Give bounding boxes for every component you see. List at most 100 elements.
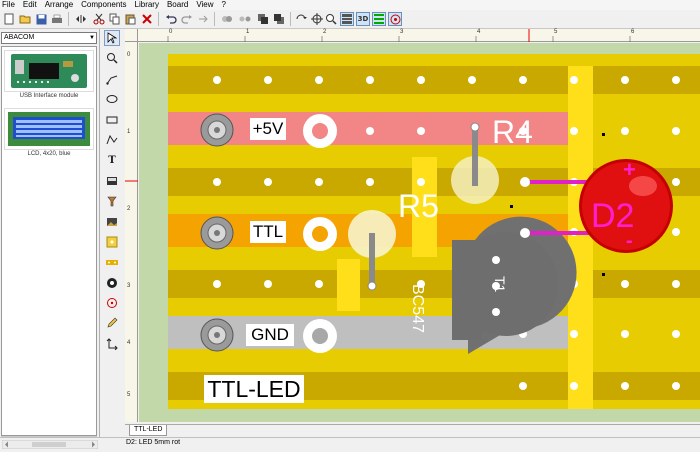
print-icon[interactable]: [50, 12, 64, 26]
rectangle-tool-icon[interactable]: [104, 112, 120, 128]
new-file-icon[interactable]: [2, 12, 16, 26]
save-icon[interactable]: [34, 12, 48, 26]
library-scroll-track[interactable]: [1, 439, 99, 450]
measure-icon[interactable]: [104, 295, 120, 311]
undo-icon[interactable]: [164, 12, 178, 26]
ungroup-icon[interactable]: [238, 12, 252, 26]
ruler-left-number: 1: [127, 129, 131, 135]
menu-board[interactable]: Board: [163, 0, 192, 10]
ruler-left-number: 0: [127, 52, 131, 58]
menu-arrange[interactable]: Arrange: [41, 0, 77, 10]
open-folder-icon[interactable]: [18, 12, 32, 26]
cut-icon[interactable]: [92, 12, 106, 26]
menu-help[interactable]: ?: [218, 0, 230, 10]
toolbar-separator: [214, 12, 215, 26]
screw-terminal-ttl: [200, 216, 234, 250]
led-minus-marker: -: [626, 230, 633, 252]
image-tool-icon[interactable]: [104, 173, 120, 189]
to-front-icon[interactable]: [256, 12, 270, 26]
toolbar-separator: [68, 12, 69, 26]
library-panel: ABACOM ▼ USB Interface module LCD, 4x20,…: [0, 29, 100, 450]
toolbar-separator: [290, 12, 291, 26]
menu-library[interactable]: Library: [131, 0, 163, 10]
library-item-caption: LCD, 4x20, blue: [4, 151, 94, 157]
status-bar: D2: LED 5mm rot: [0, 437, 700, 450]
delete-icon[interactable]: [140, 12, 154, 26]
tool-palette: T: [104, 30, 122, 360]
strip-view-icon[interactable]: [372, 12, 386, 26]
zoom-icon[interactable]: [104, 50, 120, 66]
target-icon[interactable]: [388, 12, 402, 26]
lcd-thumbnail: [4, 108, 94, 150]
library-select-value: ABACOM: [4, 34, 35, 41]
mirror-icon[interactable]: [74, 12, 88, 26]
redo-icon[interactable]: [180, 12, 194, 26]
strip-icon[interactable]: [104, 254, 120, 270]
zoom-in-icon[interactable]: [324, 12, 338, 26]
ruler-corner: [125, 29, 138, 42]
polygon-tool-icon[interactable]: [104, 132, 120, 148]
label-ttl[interactable]: TTL: [250, 221, 286, 243]
library-item-usb-module[interactable]: USB Interface module: [4, 50, 94, 99]
soldering-icon[interactable]: [104, 193, 120, 209]
redo-arrow-icon[interactable]: [196, 12, 210, 26]
tab-ttl-led[interactable]: TTL-LED: [129, 425, 168, 436]
library-item-lcd[interactable]: LCD, 4x20, blue: [4, 108, 94, 157]
move-icon[interactable]: [104, 336, 120, 352]
menu-view[interactable]: View: [192, 0, 217, 10]
component-icon[interactable]: [104, 275, 120, 291]
label-gnd[interactable]: GND: [246, 324, 294, 346]
designator-r4: R4: [492, 114, 533, 150]
rotate-icon[interactable]: [294, 12, 308, 26]
library-list[interactable]: USB Interface module LCD, 4x20, blue: [1, 46, 97, 436]
toolbar-separator: [158, 12, 159, 26]
menu-bar: File Edit Arrange Components Library Boa…: [0, 0, 700, 10]
ruler-left-number: 5: [127, 392, 131, 398]
ruler-top-number: 2: [323, 29, 327, 35]
ruler-left-number: 2: [127, 206, 131, 212]
ruler-top-number: 1: [246, 29, 250, 35]
ruler-top-number: 6: [631, 29, 635, 35]
3d-view-icon[interactable]: 3D: [356, 12, 370, 26]
menu-edit[interactable]: Edit: [19, 0, 41, 10]
toolbar: 3D: [0, 10, 700, 29]
ruler-top: 0 1 2 3 4 5 6: [138, 29, 700, 42]
crosshair-icon[interactable]: [310, 12, 324, 26]
sheet-tabbar: TTL-LED: [125, 424, 700, 436]
bridge-ttl: [337, 259, 360, 311]
transistor-name-label: T1: [492, 276, 508, 293]
group-icon[interactable]: [220, 12, 234, 26]
label-plus5v[interactable]: +5V: [250, 118, 286, 140]
paste-icon[interactable]: [124, 12, 138, 26]
status-text: D2: LED 5mm rot: [126, 439, 181, 446]
label-title[interactable]: TTL-LED: [204, 375, 304, 403]
copy-icon[interactable]: [108, 12, 122, 26]
menu-components[interactable]: Components: [77, 0, 130, 10]
ruler-top-number: 4: [477, 29, 481, 35]
chevron-down-icon[interactable]: ▼: [89, 33, 95, 43]
screw-terminal-plus5v: [200, 113, 234, 147]
ruler-top-number: 0: [169, 29, 173, 35]
text-tool-icon[interactable]: T: [104, 152, 120, 168]
layers-icon[interactable]: [340, 12, 354, 26]
ruler-top-number: 3: [400, 29, 404, 35]
pad-icon[interactable]: [104, 234, 120, 250]
led-plus-marker: +: [623, 157, 636, 182]
ruler-left: 0 1 2 3 4 5: [125, 42, 138, 422]
pencil-icon[interactable]: [104, 315, 120, 331]
circle-tool-icon[interactable]: [104, 91, 120, 107]
ruler-top-number: 5: [554, 29, 558, 35]
transistor-type-label: BC547: [409, 284, 426, 333]
screw-terminal-gnd: [200, 318, 234, 352]
library-select[interactable]: ABACOM ▼: [1, 32, 97, 44]
wire-icon[interactable]: [104, 71, 120, 87]
stripboard[interactable]: +5V TTL GND TTL-LED R4 R5 D2 + - BC547 T…: [168, 54, 700, 409]
photo-icon[interactable]: [104, 214, 120, 230]
usb-module-thumbnail: [4, 50, 94, 92]
board-canvas[interactable]: +5V TTL GND TTL-LED R4 R5 D2 + - BC547 T…: [139, 43, 700, 422]
select-arrow-icon[interactable]: [104, 30, 120, 46]
to-back-icon[interactable]: [272, 12, 286, 26]
vertical-bridge: [568, 66, 593, 409]
library-item-caption: USB Interface module: [19, 93, 79, 99]
menu-file[interactable]: File: [0, 0, 19, 10]
